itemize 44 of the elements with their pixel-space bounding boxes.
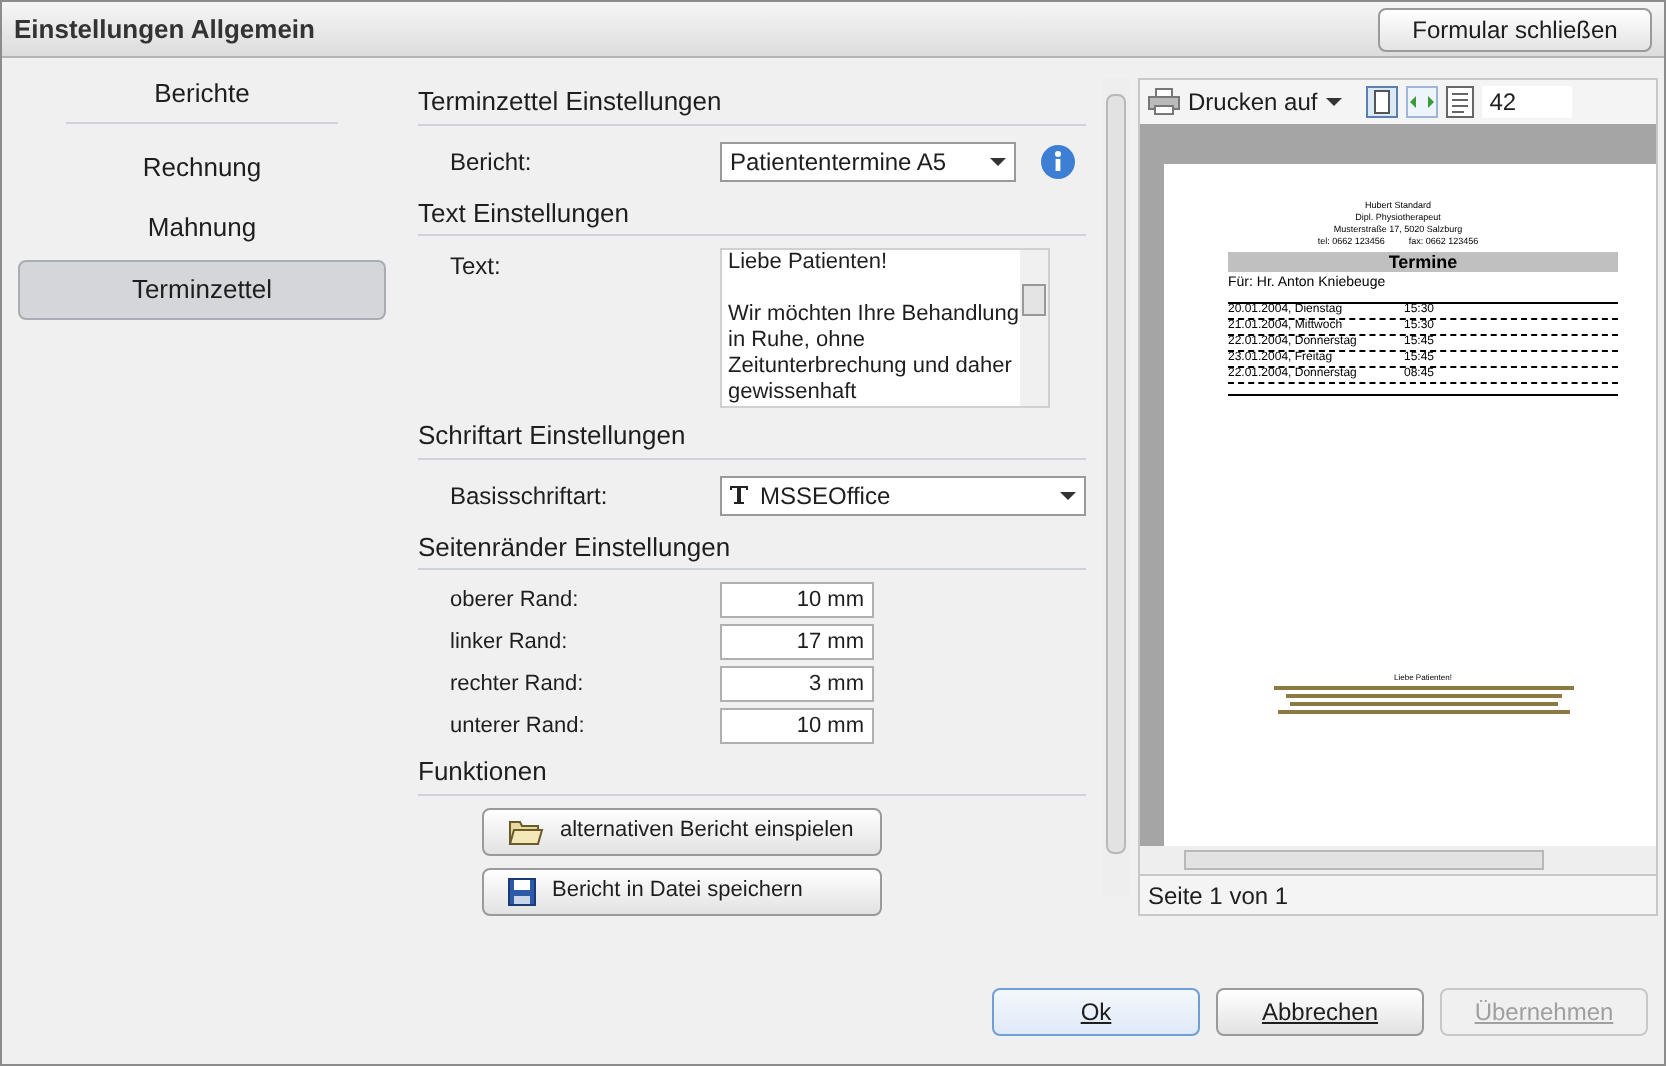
info-icon[interactable] bbox=[1040, 143, 1076, 179]
dialog-button[interactable]: Ok bbox=[992, 988, 1200, 1036]
section-title: Schriftart Einstellungen bbox=[418, 416, 1086, 459]
sidebar-title: Berichte bbox=[66, 74, 338, 123]
section-title: Funktionen bbox=[418, 752, 1086, 795]
margin-field[interactable]: 3 mm bbox=[720, 666, 874, 702]
dropdown-arrow-icon bbox=[1325, 98, 1342, 106]
field-label: Basisschriftart: bbox=[450, 479, 610, 513]
scrollbar[interactable] bbox=[1020, 250, 1048, 406]
sidebar-item[interactable]: Terminzettel bbox=[18, 259, 386, 319]
dropdown-arrow-icon bbox=[990, 157, 1006, 165]
sidebar-item[interactable]: Mahnung bbox=[18, 199, 386, 255]
margin-field[interactable]: 10 mm bbox=[720, 582, 874, 618]
margin-field[interactable]: 10 mm bbox=[720, 708, 874, 744]
fit-width-icon[interactable] bbox=[1405, 86, 1438, 118]
section-title: Terminzettel Einstellungen bbox=[418, 82, 1086, 125]
page-title: Termine bbox=[1228, 252, 1618, 272]
function-button[interactable]: Bericht in Datei speichern bbox=[482, 867, 882, 915]
field-label: linker Rand: bbox=[450, 627, 570, 658]
margin-field[interactable]: 17 mm bbox=[720, 624, 874, 660]
font-icon bbox=[730, 486, 748, 504]
text-area[interactable]: Liebe Patienten! Wir möchten Ihre Behandlung in Ruhe, ohne Zeitunterbrechung und daher gewissenhaft bbox=[720, 248, 1050, 408]
section-title: Seitenränder Einstellungen bbox=[418, 527, 1086, 570]
print-dropdown[interactable]: Drucken auf bbox=[1188, 84, 1342, 120]
page-icon[interactable] bbox=[1445, 86, 1474, 118]
dropdown-arrow-icon bbox=[1060, 491, 1076, 499]
dialog-button[interactable]: Abbrechen bbox=[1216, 988, 1424, 1036]
printer-icon bbox=[1148, 88, 1180, 116]
field-label: Text: bbox=[450, 250, 503, 284]
folder-icon bbox=[508, 817, 544, 845]
field-label: unterer Rand: bbox=[450, 711, 587, 742]
zoom-field[interactable]: 42 bbox=[1481, 86, 1572, 118]
report-dropdown[interactable]: Patiententermine A5 bbox=[720, 141, 1016, 181]
sidebar-item[interactable]: Rechnung bbox=[18, 139, 386, 195]
page-status: Seite 1 von 1 bbox=[1140, 874, 1656, 914]
font-dropdown[interactable]: MSSEOffice bbox=[720, 475, 1086, 515]
section-title: Text Einstellungen bbox=[418, 193, 1086, 236]
field-label: rechter Rand: bbox=[450, 669, 586, 700]
function-button[interactable]: alternativen Bericht einspielen bbox=[482, 807, 882, 855]
close-form-button[interactable]: Formular schließen bbox=[1378, 7, 1652, 51]
window-title: Einstellungen Allgemein bbox=[14, 11, 315, 48]
field-label: oberer Rand: bbox=[450, 585, 581, 616]
field-label: Bericht: bbox=[450, 145, 534, 179]
single-page-icon[interactable] bbox=[1365, 86, 1398, 118]
